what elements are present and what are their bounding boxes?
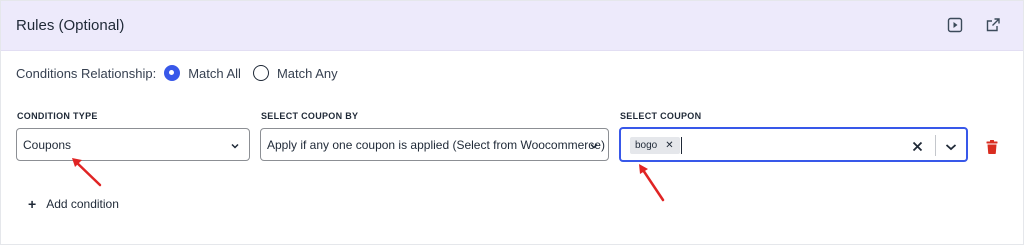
select-coupon-field[interactable]: bogo ✕ <box>619 127 968 162</box>
annotation-arrow-icon <box>72 158 102 187</box>
match-all-option[interactable]: Match All <box>164 65 241 81</box>
delete-condition-icon[interactable] <box>986 140 998 159</box>
chevron-down-icon <box>230 140 240 154</box>
match-any-label: Match Any <box>276 65 338 81</box>
select-coupon-by-label: SELECT COUPON BY <box>261 111 359 121</box>
condition-type-select[interactable]: Coupons <box>16 128 250 161</box>
coupon-tag-label: bogo <box>635 140 658 151</box>
match-any-radio[interactable] <box>252 65 269 81</box>
play-icon[interactable] <box>947 17 963 33</box>
plus-icon: + <box>28 196 37 212</box>
coupon-tag: bogo ✕ <box>630 137 680 154</box>
chevron-down-icon <box>589 140 599 154</box>
relationship-label: Conditions Relationship: <box>16 65 157 81</box>
add-condition-label: Add condition <box>46 197 119 211</box>
condition-type-label: CONDITION TYPE <box>17 111 98 121</box>
condition-type-value: Coupons <box>23 137 72 152</box>
remove-tag-icon[interactable]: ✕ <box>665 140 673 151</box>
annotation-arrow-icon <box>639 164 665 202</box>
panel-header: Rules (Optional) <box>1 1 1023 51</box>
add-condition-button[interactable]: + Add condition <box>28 197 119 211</box>
match-any-option[interactable]: Match Any <box>252 65 338 81</box>
select-coupon-label: SELECT COUPON <box>620 111 702 121</box>
match-all-label: Match All <box>188 65 241 81</box>
separator <box>935 135 936 156</box>
external-link-icon[interactable] <box>985 17 1001 33</box>
rules-panel: Rules (Optional) Conditions Relationship… <box>0 0 1024 245</box>
match-all-radio[interactable] <box>164 65 181 81</box>
select-coupon-by-value: Apply if any one coupon is applied (Sele… <box>267 137 605 152</box>
text-cursor <box>681 137 682 154</box>
conditions-relationship-row: Conditions Relationship: Match All Match… <box>16 63 338 83</box>
panel-title: Rules (Optional) <box>16 17 125 34</box>
clear-icon[interactable] <box>912 139 923 157</box>
chevron-down-icon[interactable] <box>945 140 957 158</box>
select-coupon-by-select[interactable]: Apply if any one coupon is applied (Sele… <box>260 128 609 161</box>
